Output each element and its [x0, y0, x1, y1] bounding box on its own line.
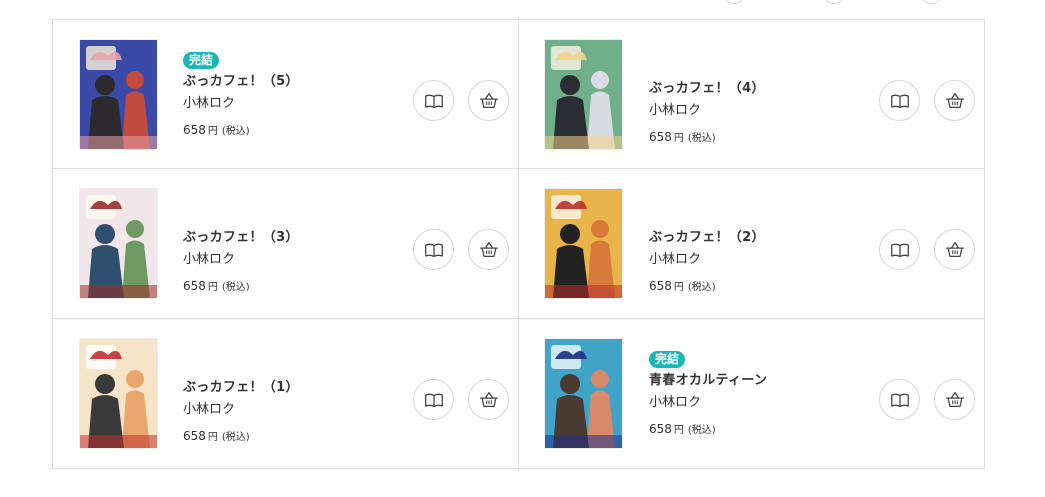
- book-list-grid: 完結 ぶっカフェ！（5） 小林ロク 658 円 (税込) ぶっカフェ！（4） 小…: [52, 19, 985, 469]
- price-value: 658: [649, 422, 672, 436]
- book-item: 完結 ぶっカフェ！（5） 小林ロク 658 円 (税込): [53, 20, 519, 169]
- read-sample-button[interactable]: [413, 379, 454, 420]
- price-unit: 円: [207, 126, 218, 137]
- price-value: 658: [649, 279, 672, 293]
- price-value: 658: [183, 429, 206, 443]
- book-title[interactable]: ぶっカフェ！（5）: [183, 73, 299, 91]
- basket-icon: [479, 241, 498, 257]
- book-info: ぶっカフェ！（1） 小林ロク 658 円 (税込): [183, 379, 299, 446]
- book-open-icon: [424, 393, 443, 407]
- read-sample-button[interactable]: [879, 379, 920, 420]
- completed-badge: 完結: [649, 351, 686, 368]
- book-title[interactable]: ぶっカフェ！（3）: [183, 229, 299, 247]
- book-open-icon: [424, 243, 443, 257]
- book-info: ぶっカフェ！（4） 小林ロク 658 円 (税込): [649, 80, 765, 147]
- basket-icon: [945, 241, 964, 257]
- price-value: 658: [183, 279, 206, 293]
- read-sample-button[interactable]: [413, 229, 454, 270]
- book-info: 完結 青春オカルティーン 小林ロク 658 円 (税込): [649, 348, 767, 439]
- add-to-cart-button[interactable]: [468, 379, 509, 420]
- book-item: ぶっカフェ！（4） 小林ロク 658 円 (税込): [519, 20, 984, 169]
- book-cover[interactable]: [80, 339, 157, 448]
- book-info: ぶっカフェ！（2） 小林ロク 658 円 (税込): [649, 229, 765, 296]
- basket-icon: [945, 92, 964, 108]
- cover-illustration: [545, 339, 622, 448]
- price-tax-note: (税込): [221, 126, 250, 137]
- book-price: 658 円 (税込): [183, 428, 299, 446]
- price-unit: 円: [673, 425, 684, 436]
- book-author[interactable]: 小林ロク: [183, 401, 299, 419]
- book-price: 658 円 (税込): [649, 278, 765, 296]
- book-title[interactable]: ぶっカフェ！（4）: [649, 80, 765, 98]
- book-item: ぶっカフェ！（3） 小林ロク 658 円 (税込): [53, 169, 519, 319]
- price-tax-note: (税込): [687, 282, 716, 293]
- price-value: 658: [649, 130, 672, 144]
- book-author[interactable]: 小林ロク: [183, 251, 299, 269]
- basket-icon: [479, 391, 498, 407]
- read-sample-button[interactable]: [879, 229, 920, 270]
- top-circle[interactable]: [823, 0, 845, 4]
- book-price: 658 円 (税込): [183, 278, 299, 296]
- book-author[interactable]: 小林ロク: [183, 95, 299, 113]
- read-sample-button[interactable]: [413, 80, 454, 121]
- price-tax-note: (税込): [221, 432, 250, 443]
- book-cover[interactable]: [545, 339, 622, 448]
- book-price: 658 円 (税込): [649, 129, 765, 147]
- completed-badge: 完結: [183, 52, 220, 69]
- book-cover[interactable]: [80, 189, 157, 298]
- book-info: 完結 ぶっカフェ！（5） 小林ロク 658 円 (税込): [183, 49, 299, 140]
- book-cover[interactable]: [545, 40, 622, 149]
- book-item: ぶっカフェ！（1） 小林ロク 658 円 (税込): [53, 319, 519, 468]
- top-pagination-remnant: [0, 0, 1045, 4]
- top-circle[interactable]: [723, 0, 745, 4]
- book-author[interactable]: 小林ロク: [649, 251, 765, 269]
- cover-illustration: [545, 40, 622, 149]
- basket-icon: [945, 391, 964, 407]
- book-open-icon: [890, 243, 909, 257]
- cover-illustration: [80, 339, 157, 448]
- cover-illustration: [80, 189, 157, 298]
- book-title[interactable]: ぶっカフェ！（1）: [183, 379, 299, 397]
- book-item: 完結 青春オカルティーン 小林ロク 658 円 (税込): [519, 319, 984, 468]
- book-info: ぶっカフェ！（3） 小林ロク 658 円 (税込): [183, 229, 299, 296]
- price-tax-note: (税込): [221, 282, 250, 293]
- price-tax-note: (税込): [687, 133, 716, 144]
- basket-icon: [479, 92, 498, 108]
- add-to-cart-button[interactable]: [934, 379, 975, 420]
- book-open-icon: [424, 94, 443, 108]
- price-unit: 円: [673, 282, 684, 293]
- add-to-cart-button[interactable]: [468, 80, 509, 121]
- book-title[interactable]: ぶっカフェ！（2）: [649, 229, 765, 247]
- price-tax-note: (税込): [687, 425, 716, 436]
- book-open-icon: [890, 393, 909, 407]
- book-item: ぶっカフェ！（2） 小林ロク 658 円 (税込): [519, 169, 984, 319]
- book-price: 658 円 (税込): [649, 421, 767, 439]
- book-author[interactable]: 小林ロク: [649, 394, 767, 412]
- add-to-cart-button[interactable]: [934, 80, 975, 121]
- price-value: 658: [183, 123, 206, 137]
- book-cover[interactable]: [545, 189, 622, 298]
- book-author[interactable]: 小林ロク: [649, 102, 765, 120]
- book-open-icon: [890, 94, 909, 108]
- cover-illustration: [80, 40, 157, 149]
- price-unit: 円: [207, 282, 218, 293]
- cover-illustration: [545, 189, 622, 298]
- book-title[interactable]: 青春オカルティーン: [649, 372, 767, 390]
- add-to-cart-button[interactable]: [934, 229, 975, 270]
- book-cover[interactable]: [80, 40, 157, 149]
- add-to-cart-button[interactable]: [468, 229, 509, 270]
- read-sample-button[interactable]: [879, 80, 920, 121]
- top-circle[interactable]: [920, 0, 942, 4]
- price-unit: 円: [673, 133, 684, 144]
- price-unit: 円: [207, 432, 218, 443]
- book-price: 658 円 (税込): [183, 122, 299, 140]
